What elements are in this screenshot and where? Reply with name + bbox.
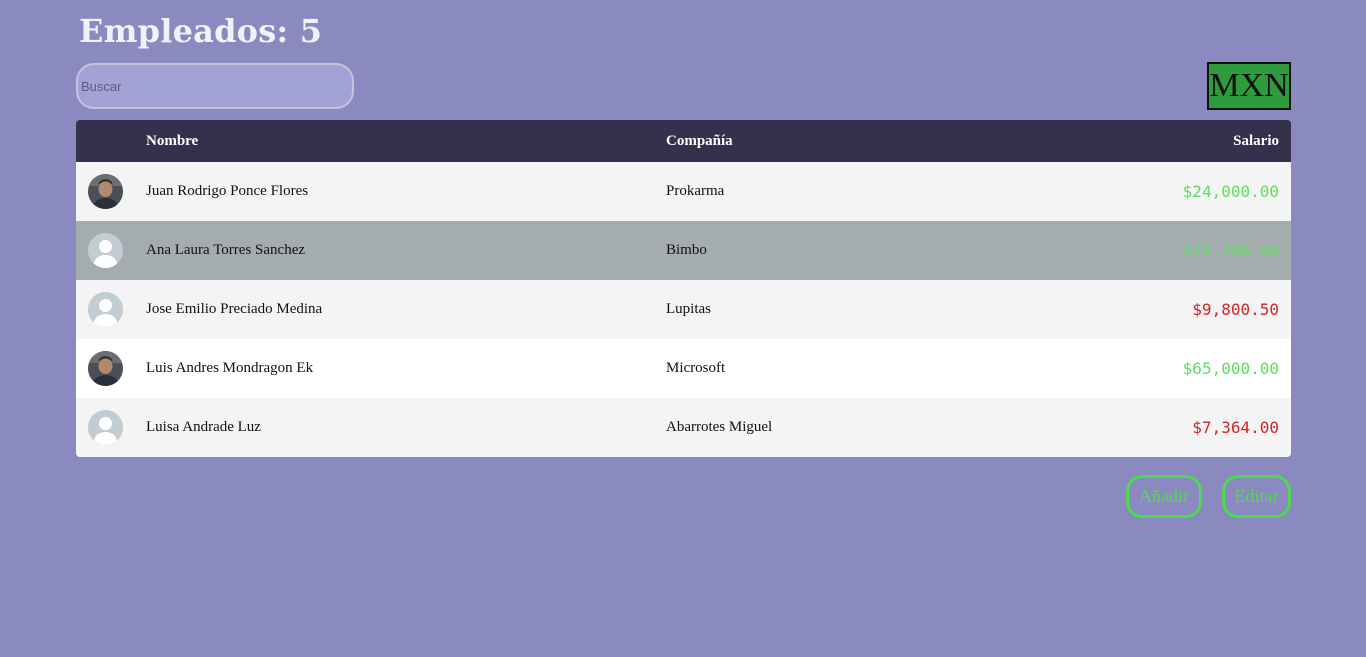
avatar-cell [76, 339, 146, 398]
employees-table: Nombre Compañía Salario Juan Rodrigo Pon… [76, 120, 1291, 457]
employee-name: Juan Rodrigo Ponce Flores [146, 183, 309, 199]
table-row[interactable]: Luisa Andrade Luz Abarrotes Miguel $7,364.… [76, 398, 1291, 457]
employee-salary: $65,000.00 [1182, 359, 1279, 378]
column-header-salary[interactable]: Salario [975, 120, 1291, 162]
edit-button[interactable]: Editar [1222, 475, 1291, 518]
employee-salary: $15,786.90 [1182, 241, 1279, 260]
employee-company: Lupitas [666, 301, 711, 317]
default-user-avatar-icon [88, 410, 123, 445]
default-user-avatar-icon [88, 292, 123, 327]
employee-name: Ana Laura Torres Sanchez [146, 242, 306, 258]
employee-salary: $7,364.00 [1192, 418, 1279, 437]
employee-name: Jose Emilio Preciado Medina [146, 301, 323, 317]
search-input[interactable] [76, 63, 354, 109]
photo-avatar-icon [88, 174, 123, 209]
employee-salary: $9,800.50 [1192, 300, 1279, 319]
employee-salary: $24,000.00 [1182, 182, 1279, 201]
employee-company: Bimbo [666, 242, 707, 258]
table-row[interactable]: Jose Emilio Preciado Medina Lupitas $9,800… [76, 280, 1291, 339]
avatar-cell [76, 162, 146, 221]
table-row[interactable]: Ana Laura Torres Sanchez Bimbo $15,786.90 [76, 221, 1291, 280]
add-button[interactable]: Añadir [1126, 475, 1202, 518]
column-header-name[interactable]: Nombre [146, 120, 666, 162]
default-user-avatar-icon [88, 233, 123, 268]
table-header-row: Nombre Compañía Salario [76, 120, 1291, 162]
employee-company: Abarrotes Miguel [666, 419, 773, 435]
table-row[interactable]: Luis Andres Mondragon Ek Microsoft $65,000… [76, 339, 1291, 398]
avatar-cell [76, 221, 146, 280]
currency-toggle-button[interactable]: MXN [1207, 62, 1291, 110]
photo-avatar-icon [88, 351, 123, 386]
employee-company: Microsoft [666, 360, 726, 376]
page-title: Empleados: 5 [79, 12, 323, 50]
avatar-cell [76, 398, 146, 457]
column-header-avatar [76, 120, 146, 162]
employee-company: Prokarma [666, 183, 725, 199]
column-header-company[interactable]: Compañía [666, 120, 975, 162]
avatar-cell [76, 280, 146, 339]
employee-name: Luis Andres Mondragon Ek [146, 360, 314, 376]
table-row[interactable]: Juan Rodrigo Ponce Flores Prokarma $24,000… [76, 162, 1291, 221]
employee-name: Luisa Andrade Luz [146, 419, 261, 435]
